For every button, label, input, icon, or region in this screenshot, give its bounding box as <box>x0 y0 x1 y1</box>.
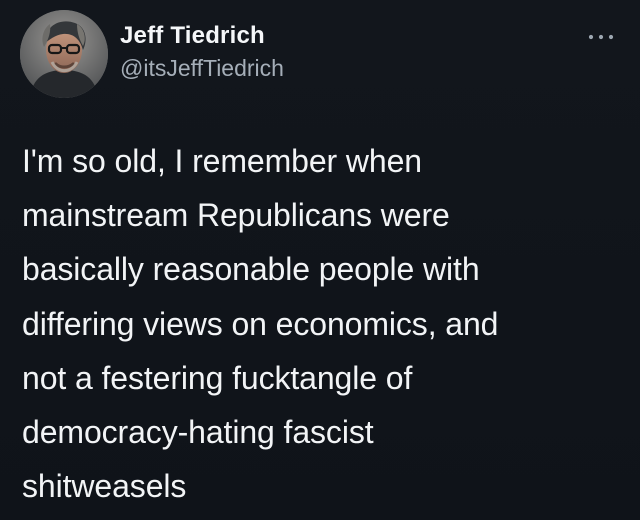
tweet-card: Jeff Tiedrich @itsJeffTiedrich I'm so ol… <box>0 0 640 520</box>
more-options-button[interactable] <box>584 28 618 46</box>
tweet-text-line: democracy-hating fascist <box>22 414 374 451</box>
tweet-text-line: shitweasels <box>22 468 187 505</box>
tweet-text-line: mainstream Republicans were <box>22 197 450 234</box>
tweet-text-line: basically reasonable people with <box>22 251 480 288</box>
author-display-name[interactable]: Jeff Tiedrich <box>120 22 550 50</box>
profile-photo-icon <box>20 10 108 98</box>
tweet-text-line: not a festering fucktangle of <box>22 359 413 396</box>
tweet-text-line: differing views on economics, and <box>22 305 499 342</box>
author-avatar[interactable] <box>20 10 108 98</box>
tweet-text-line: I'm so old, I remember when <box>22 143 423 179</box>
author-handle[interactable]: @itsJeffTiedrich <box>120 55 550 82</box>
more-options-icon <box>588 34 614 40</box>
tweet-text: I'm so old, I remember when mainstream R… <box>22 134 612 513</box>
author-info: Jeff Tiedrich @itsJeffTiedrich <box>120 22 550 82</box>
